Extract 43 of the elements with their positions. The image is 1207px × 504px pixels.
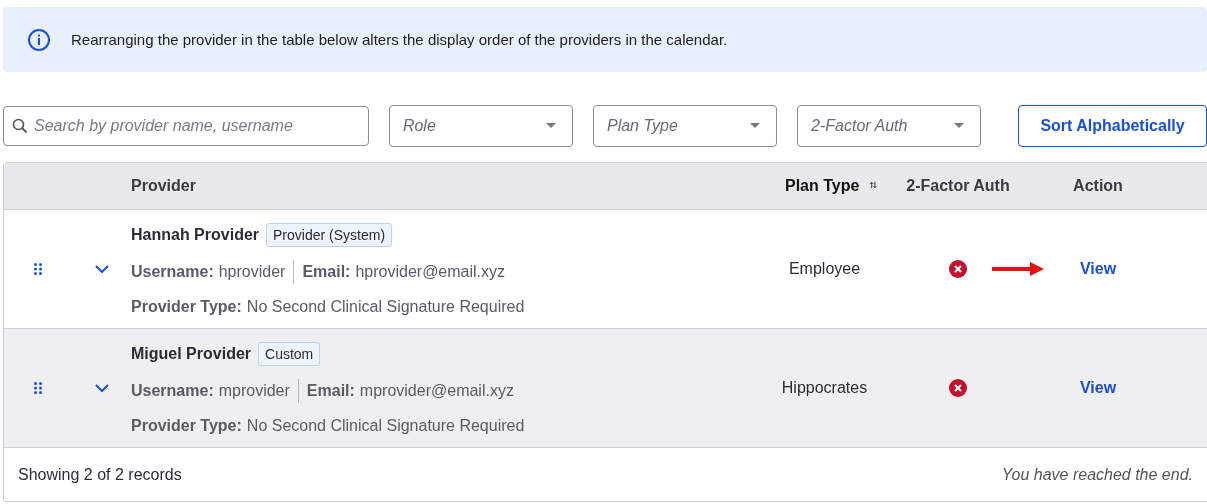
username-label: Username: (131, 262, 214, 281)
search-input[interactable]: Search by provider name, username (32, 116, 366, 136)
provider-type-label: Provider Type: (131, 416, 242, 435)
plan-type: Employee (788, 260, 861, 278)
provider-type: No Second Clinical Signature Required (246, 297, 525, 316)
dropdown[interactable]: Plan Type (592, 105, 778, 147)
chevron-down-icon[interactable] (94, 265, 109, 273)
view-link[interactable]: View (1079, 260, 1117, 278)
caret-icon (750, 123, 761, 129)
plan-type: Hippocrates (781, 379, 868, 397)
table-row[interactable]: Miguel Provider Custom Username: mprovider Email: mprovider@email.xyz Provider Type: No Second Clinical Signature Required Hippocrates View (4, 329, 1207, 448)
sort-button[interactable]: Sort Alphabetically (1018, 105, 1207, 147)
role-tag: Custom (258, 341, 321, 366)
provider-name: Hannah Provider (131, 225, 260, 244)
role-tag: Provider (System) (266, 222, 393, 247)
email: mprovider@email.xyz (359, 381, 514, 400)
caret-icon (545, 123, 556, 129)
chevron-down-icon[interactable] (94, 384, 109, 392)
column-header: Action (1073, 177, 1123, 195)
search-field[interactable]: Search by provider name, username (3, 106, 369, 146)
column-header[interactable]: Plan Type (785, 177, 860, 195)
email-label: Email: (306, 381, 355, 400)
email-label: Email: (302, 262, 351, 281)
email: hprovider@email.xyz (355, 262, 506, 281)
dropdown[interactable]: 2-Factor Auth (797, 105, 982, 147)
provider-name: Miguel Provider (131, 344, 252, 363)
dropdown[interactable]: Role (388, 105, 573, 147)
view-link[interactable]: View (1079, 379, 1117, 397)
search-icon (12, 118, 28, 134)
end-note: You have reached the end. (1001, 465, 1193, 484)
username: mprovider (218, 381, 290, 400)
info-icon (27, 27, 51, 52)
provider-type: No Second Clinical Signature Required (246, 416, 525, 435)
caret-icon (954, 123, 965, 129)
record-count: Showing 2 of 2 records (18, 465, 182, 484)
column-header: 2-Factor Auth (906, 177, 1010, 195)
column-header: Provider (131, 177, 196, 194)
drag-handle-icon[interactable] (34, 382, 42, 394)
username-label: Username: (131, 381, 214, 400)
username: hprovider (218, 262, 286, 281)
info-message: Rearranging the provider in the table below alters the display order of the providers in the calendar. (71, 31, 728, 48)
drag-handle-icon[interactable] (34, 263, 42, 275)
provider-type-label: Provider Type: (131, 297, 242, 316)
